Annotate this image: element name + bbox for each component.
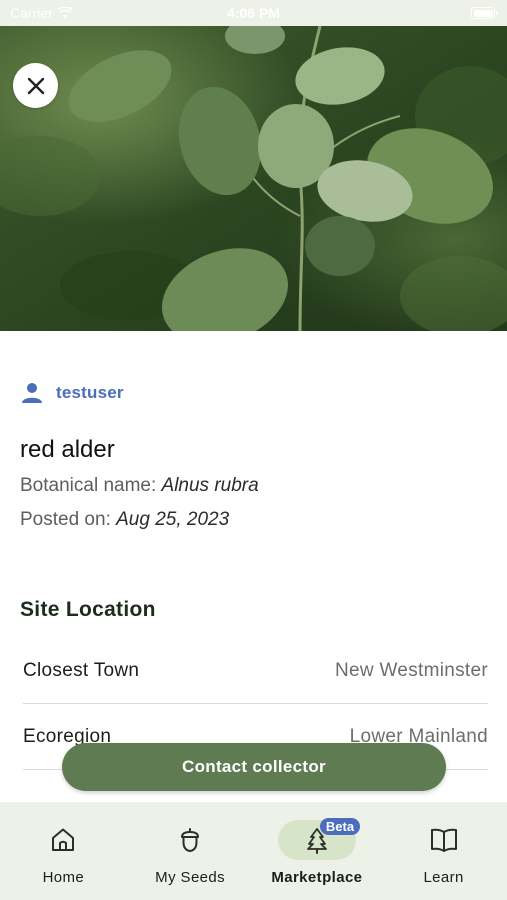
collector-profile-link[interactable]: testuser [20, 382, 124, 404]
beta-badge: Beta [319, 818, 361, 835]
posted-date-label: Posted on: [20, 509, 111, 530]
tab-my-seeds-label: My Seeds [155, 869, 226, 886]
tab-marketplace[interactable]: Beta Marketplace [254, 802, 381, 900]
closest-town-label: Closest Town [23, 659, 140, 681]
listing-title: red alder [20, 436, 115, 463]
tab-learn-icon-container [405, 820, 483, 860]
posted-date-value: Aug 25, 2023 [116, 509, 230, 530]
tab-home-label: Home [42, 869, 85, 886]
tab-home[interactable]: Home [0, 802, 127, 900]
botanical-name-label: Botanical name: [20, 475, 157, 496]
tab-home-icon-container [24, 820, 102, 860]
contact-collector-button[interactable]: Contact collector [62, 743, 446, 791]
status-bar: Carrier 4:06 PM [0, 0, 507, 26]
collector-username: testuser [56, 383, 124, 402]
closest-town-row: Closest Town New Westminster [23, 638, 488, 704]
person-icon [22, 383, 42, 403]
acorn-icon [181, 828, 200, 853]
tab-learn-label: Learn [423, 869, 464, 886]
listing-photo [0, 26, 507, 331]
site-location-heading: Site Location [20, 598, 156, 621]
status-time: 4:06 PM [227, 5, 280, 21]
closest-town-value: New Westminster [334, 659, 488, 681]
tab-marketplace-icon-container: Beta [277, 818, 361, 860]
posted-date-line: Posted on: Aug 25, 2023 [20, 509, 229, 531]
close-icon [27, 77, 44, 94]
botanical-name-line: Botanical name: Alnus rubra [20, 475, 259, 497]
botanical-name-value: Alnus rubra [161, 475, 259, 496]
tab-my-seeds-icon-container [151, 820, 229, 860]
tab-learn[interactable]: Learn [380, 802, 507, 900]
tab-my-seeds[interactable]: My Seeds [127, 802, 254, 900]
home-icon [52, 828, 75, 851]
book-icon [430, 828, 457, 852]
tab-marketplace-label: Marketplace [271, 869, 363, 886]
close-button[interactable] [13, 63, 58, 108]
battery-icon [471, 7, 498, 19]
bottom-tab-bar: Home My Seeds Beta Marketplace Learn [0, 802, 507, 900]
